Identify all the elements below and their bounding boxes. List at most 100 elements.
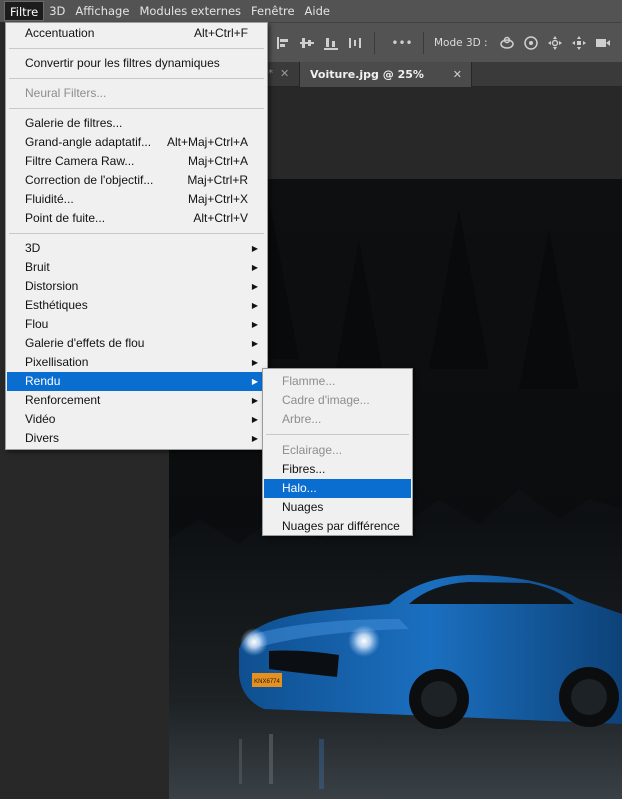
shortcut-label: Alt+Ctrl+F <box>193 26 248 40</box>
menu-fenetre[interactable]: Fenêtre <box>246 1 299 21</box>
menu-filtre[interactable]: Filtre <box>4 1 45 21</box>
menu-item-divers[interactable]: Divers ▶ <box>7 429 266 448</box>
menu-divider <box>9 232 264 234</box>
menu-item-correction-de-l-objectif[interactable]: Correction de l'objectif... Maj+Ctrl+R <box>7 171 266 190</box>
menu-item-rendu[interactable]: Rendu ▶ <box>7 372 266 391</box>
menu-divider <box>9 107 264 109</box>
menu-item-video[interactable]: Vidéo ▶ <box>7 410 266 429</box>
menu-item-grand-angle-adaptatif[interactable]: Grand-angle adaptatif... Alt+Maj+Ctrl+A <box>7 133 266 152</box>
menu-3d[interactable]: 3D <box>44 1 70 21</box>
license-plate-text: KNX6774 <box>254 679 280 685</box>
menu-item-halo[interactable]: Halo... <box>264 479 411 498</box>
menu-item-label: Flamme... <box>282 374 336 388</box>
options-bar: ••• Mode 3D : <box>268 22 622 62</box>
3d-roll-icon[interactable] <box>522 34 540 52</box>
menu-item-flou[interactable]: Flou ▶ <box>7 315 266 334</box>
menu-aide[interactable]: Aide <box>300 1 335 21</box>
close-icon[interactable]: ✕ <box>280 67 289 80</box>
menu-item-cadre-d-image: Cadre d'image... <box>264 391 411 410</box>
distribute-icon[interactable] <box>346 34 364 52</box>
menu-divider <box>266 434 409 435</box>
divider <box>374 31 375 54</box>
menu-item-arbre: Arbre... <box>264 410 411 429</box>
submenu-arrow-icon: ▶ <box>251 396 258 405</box>
menu-item-accentuation[interactable]: Accentuation Alt+Ctrl+F <box>7 24 266 43</box>
align-left-icon[interactable] <box>274 34 292 52</box>
menu-item-label: Esthétiques <box>25 298 88 312</box>
submenu-arrow-icon: ▶ <box>251 301 258 310</box>
menu-item-convertir-pour-les-filtres-dynamiques[interactable]: Convertir pour les filtres dynamiques <box>7 54 266 73</box>
menu-item-label: Halo... <box>282 481 317 495</box>
menu-bar: Filtre 3D Affichage Modules externes Fenêtre… <box>0 0 622 22</box>
menu-item-label: 3D <box>25 241 41 255</box>
mode-3d-label: Mode 3D : <box>434 36 488 49</box>
rendu-submenu: Flamme... Cadre d'image... Arbre... Eclaira… <box>262 368 413 536</box>
menu-item-filtre-camera-raw[interactable]: Filtre Camera Raw... Maj+Ctrl+A <box>7 152 266 171</box>
menu-modules-externes[interactable]: Modules externes <box>134 1 246 21</box>
menu-item-label: Renforcement <box>25 393 101 407</box>
shortcut-label: Alt+Maj+Ctrl+A <box>166 135 248 149</box>
menu-item-renforcement[interactable]: Renforcement ▶ <box>7 391 266 410</box>
divider <box>423 31 424 54</box>
shortcut-label: Alt+Ctrl+V <box>193 211 248 225</box>
menu-item-label: Pixellisation <box>25 355 89 369</box>
menu-item-galerie-de-filtres[interactable]: Galerie de filtres... <box>7 114 266 133</box>
menu-item-fibres[interactable]: Fibres... <box>264 460 411 479</box>
submenu-arrow-icon: ▶ <box>251 339 258 348</box>
menu-item-label: Distorsion <box>25 279 79 293</box>
menu-item-nuages[interactable]: Nuages <box>264 498 411 517</box>
3d-pan-icon[interactable] <box>546 34 564 52</box>
3d-slide-icon[interactable] <box>570 34 588 52</box>
align-bottom-icon[interactable] <box>322 34 340 52</box>
submenu-arrow-icon: ▶ <box>251 263 258 272</box>
menu-item-label: Neural Filters... <box>25 86 107 100</box>
menu-item-label: Fibres... <box>282 462 326 476</box>
menu-item-3d[interactable]: 3D ▶ <box>7 239 266 258</box>
menu-item-label: Galerie d'effets de flou <box>25 336 145 350</box>
menu-item-label: Galerie de filtres... <box>25 116 123 130</box>
menu-item-label: Grand-angle adaptatif... <box>25 135 152 149</box>
menu-item-label: Bruit <box>25 260 50 274</box>
menu-item-label: Flou <box>25 317 49 331</box>
menu-item-nuages-par-difference[interactable]: Nuages par différence <box>264 517 411 536</box>
menu-item-label: Divers <box>25 431 60 445</box>
menu-item-neural-filters: Neural Filters... <box>7 84 266 103</box>
tab-voiture[interactable]: Voiture.jpg @ 25% (RVB/8) ✕ <box>299 62 472 106</box>
menu-item-point-de-fuite[interactable]: Point de fuite... Alt+Ctrl+V <box>7 209 266 228</box>
menu-item-galerie-d-effets-de-flou[interactable]: Galerie d'effets de flou ▶ <box>7 334 266 353</box>
close-icon[interactable]: ✕ <box>453 62 462 87</box>
menu-item-label: Arbre... <box>282 412 322 426</box>
3d-scale-camera-icon[interactable] <box>594 34 612 52</box>
menu-item-distorsion[interactable]: Distorsion ▶ <box>7 277 266 296</box>
unsaved-marker: * <box>268 68 273 79</box>
menu-item-bruit[interactable]: Bruit ▶ <box>7 258 266 277</box>
menu-divider <box>9 77 264 79</box>
align-vcenter-icon[interactable] <box>298 34 316 52</box>
document-tab-bar: * ✕ Voiture.jpg @ 25% (RVB/8) ✕ <box>268 62 622 106</box>
menu-item-label: Point de fuite... <box>25 211 106 225</box>
submenu-arrow-icon: ▶ <box>251 377 258 386</box>
menu-affichage[interactable]: Affichage <box>70 1 134 21</box>
menu-item-label: Vidéo <box>25 412 56 426</box>
submenu-arrow-icon: ▶ <box>251 415 258 424</box>
submenu-arrow-icon: ▶ <box>251 434 258 443</box>
menu-item-label: Correction de l'objectif... <box>25 173 154 187</box>
menu-item-eclairage: Eclairage... <box>264 441 411 460</box>
more-options-icon[interactable]: ••• <box>391 34 413 52</box>
submenu-arrow-icon: ▶ <box>251 358 258 367</box>
menu-item-label: Nuages par différence <box>282 519 400 533</box>
shortcut-label: Maj+Ctrl+X <box>187 192 248 206</box>
3d-orbit-icon[interactable] <box>498 34 516 52</box>
menu-divider <box>9 47 264 49</box>
submenu-arrow-icon: ▶ <box>251 320 258 329</box>
menu-item-pixellisation[interactable]: Pixellisation ▶ <box>7 353 266 372</box>
shortcut-label: Maj+Ctrl+R <box>187 173 248 187</box>
menu-item-fluidite[interactable]: Fluidité... Maj+Ctrl+X <box>7 190 266 209</box>
submenu-arrow-icon: ▶ <box>251 282 258 291</box>
menu-item-label: Convertir pour les filtres dynamiques <box>25 56 220 70</box>
menu-item-esthetiques[interactable]: Esthétiques ▶ <box>7 296 266 315</box>
tab-previous-document[interactable]: * ✕ <box>268 62 300 87</box>
submenu-arrow-icon: ▶ <box>251 244 258 253</box>
shortcut-label: Maj+Ctrl+A <box>187 154 248 168</box>
menu-item-label: Accentuation <box>25 26 95 40</box>
